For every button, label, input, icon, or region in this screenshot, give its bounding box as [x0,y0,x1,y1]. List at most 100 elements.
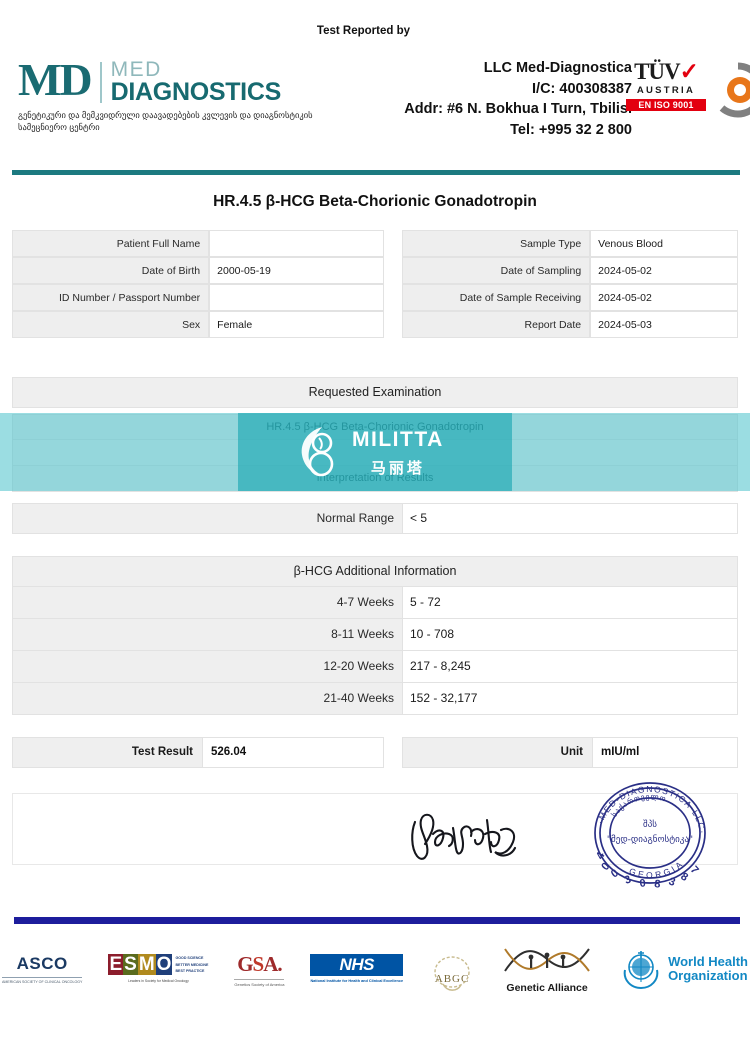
accreditation-logos: ASCO AMERICAN SOCIETY OF CLINICAL ONCOLO… [0,934,750,1004]
sample-info-table: Sample Type Venous Blood Date of Samplin… [402,230,738,338]
result-section: Test Result 526.04 Unit mIU/ml [12,737,738,768]
table-row: 4-7 Weeks 5 - 72 [12,587,738,619]
svg-text:3: 3 [667,876,677,889]
date-of-birth-value[interactable]: 2000-05-19 [209,257,384,284]
company-details: LLC Med-Diagnostica I/C: 400308387 Addr:… [404,58,632,140]
unit-value: mIU/ml [593,738,737,767]
normal-range-value: < 5 [403,504,737,533]
test-result-value: 526.04 [203,738,383,767]
logo-divider [99,62,102,103]
page-title: HR.4.5 β-HCG Beta-Chorionic Gonadotropin [213,193,537,210]
who-wordmark: World Health Organization [668,955,748,982]
asco-tagline: AMERICAN SOCIETY OF CLINICAL ONCOLOGY [1,977,83,984]
date-of-receiving-value[interactable]: 2024-05-02 [590,284,738,311]
genetic-alliance-wordmark: Genetic Alliance [506,981,588,994]
esmo-tagline: Leaders in Society for Medical Oncology [128,979,189,984]
sample-type-label: Sample Type [402,230,591,257]
weeks-4-7-value: 5 - 72 [403,587,737,618]
svg-text:7: 7 [688,864,701,877]
unit-box: Unit mIU/ml [402,737,738,768]
report-date-value[interactable]: 2024-05-03 [590,311,738,338]
table-row: Sample Type Venous Blood [402,230,738,257]
who-logo: World Health Organization [619,948,748,990]
md-monogram-icon: MD [18,54,93,105]
test-reported-by-label: Test Reported by [316,25,410,37]
handwritten-signature-icon [411,813,517,860]
nhs-tagline: National Institute for Health and Clinic… [310,978,404,983]
svg-text:4: 4 [594,850,608,862]
date-of-birth-label: Date of Birth [12,257,210,284]
tuv-checkmark-icon: ✓ [679,59,699,84]
weeks-12-20-value: 217 - 8,245 [403,651,737,682]
examination-detail-block: HR.4.5 β-HCG Beta-Chorionic Gonadotropin… [12,414,738,492]
abgc-wordmark: ABGC [434,972,470,985]
tuv-country-label: AUSTRIA [636,85,696,96]
esmo-motto: GOOD SCIENCE BETTER MEDICINE BEST PRACTICE [175,955,209,974]
date-of-sampling-label: Date of Sampling [402,257,591,284]
sample-type-value[interactable]: Venous Blood [590,230,738,257]
gsa-logo: GSA. Genetics Society of America [234,952,285,987]
table-row: 12-20 Weeks 217 - 8,245 [12,651,738,683]
table-row: Patient Full Name [12,230,384,257]
brand-word-med: MED [110,58,162,81]
certification-seal-icon [719,62,750,118]
normal-range-row: Normal Range < 5 [12,503,738,534]
table-row: Report Date 2024-05-03 [402,311,738,338]
report-header: MD MED DIAGNOSTICS გენეტიკური და მემკვიდ… [0,0,750,175]
nhs-logo: NHS National Institute for Health and Cl… [310,953,404,985]
brand-word-diagnostics: DIAGNOSTICS [110,78,282,106]
additional-information-header: β-HCG Additional Information [12,556,738,587]
date-of-receiving-label: Date of Sample Receiving [402,284,591,311]
table-row: 21-40 Weeks 152 - 32,177 [12,683,738,715]
dna-helix-icon [504,947,590,972]
weeks-8-11-value: 10 - 708 [403,619,737,650]
svg-text:"მედ-დიაგნოსტიკა": "მედ-დიაგნოსტიკა" [607,834,693,845]
tuv-wordmark: TÜV [634,59,681,84]
svg-text:შპს: შპს [643,819,657,830]
requested-examination-header: Requested Examination [12,377,738,408]
brand-subtitle-georgian: გენეტიკური და მემკვიდრული დაავადებების კ… [18,110,313,133]
footer-divider-rule [14,917,740,924]
examination-spacer-row [12,440,738,466]
genetic-alliance-logo: Genetic Alliance [501,945,593,994]
esmo-wordmark: ESMO [108,953,173,975]
who-emblem-icon [623,951,659,990]
brand-logo: MD MED DIAGNOSTICS გენეტიკური და მემკვიდ… [18,54,348,134]
patient-sample-info: Patient Full Name Date of Birth 2000-05-… [12,230,738,338]
test-result-label: Test Result [13,738,203,767]
header-divider-rule [12,170,740,175]
asco-wordmark: ASCO [16,954,68,973]
lab-report-page: MD MED DIAGNOSTICS გენეტიკური და მემკვიდ… [0,0,750,1040]
weeks-8-11-label: 8-11 Weeks [13,619,403,650]
gsa-tagline: Genetics Society of America [234,978,285,987]
bhcg-additional-information-section: β-HCG Additional Information 4-7 Weeks 5… [12,556,738,715]
company-name: LLC Med-Diagnostica [483,60,632,76]
asco-logo: ASCO AMERICAN SOCIETY OF CLINICAL ONCOLO… [1,954,83,984]
iso-standard-badge: EN ISO 9001 [626,99,706,111]
company-identification-code: I/C: 400308387 [532,80,632,97]
table-row: 8-11 Weeks 10 - 708 [12,619,738,651]
weeks-21-40-value: 152 - 32,177 [403,683,737,714]
weeks-4-7-label: 4-7 Weeks [13,587,403,618]
examination-name: HR.4.5 β-HCG Beta-Chorionic Gonadotropin [12,414,738,440]
official-stamp-icon: ·MED-DIAGNOSTICA·LLC· საქართველო GEORGIA… [594,782,706,891]
sex-label: Sex [12,311,210,338]
patient-full-name-label: Patient Full Name [12,230,210,257]
abgc-logo: ABGC [429,954,475,991]
patient-full-name-value[interactable] [209,230,384,257]
id-number-label: ID Number / Passport Number [12,284,210,311]
unit-label: Unit [403,738,593,767]
sex-value[interactable]: Female [209,311,384,338]
company-telephone: Tel: +995 32 2 800 [510,121,632,138]
who-line1: World Health [668,954,748,970]
tuv-austria-certification-badge: TÜV✓ AUSTRIA EN ISO 9001 [626,60,706,111]
esmo-logo: ESMO GOOD SCIENCE BETTER MEDICINE BEST PRA… [108,953,209,984]
table-row: Date of Birth 2000-05-19 [12,257,384,284]
normal-range-label: Normal Range [13,504,403,533]
requested-examination-section: Requested Examination [12,377,738,408]
who-line2: Organization [668,968,748,983]
id-number-value[interactable] [209,284,384,311]
nhs-wordmark: NHS [310,953,404,976]
date-of-sampling-value[interactable]: 2024-05-02 [590,257,738,284]
table-row: Date of Sample Receiving 2024-05-02 [402,284,738,311]
